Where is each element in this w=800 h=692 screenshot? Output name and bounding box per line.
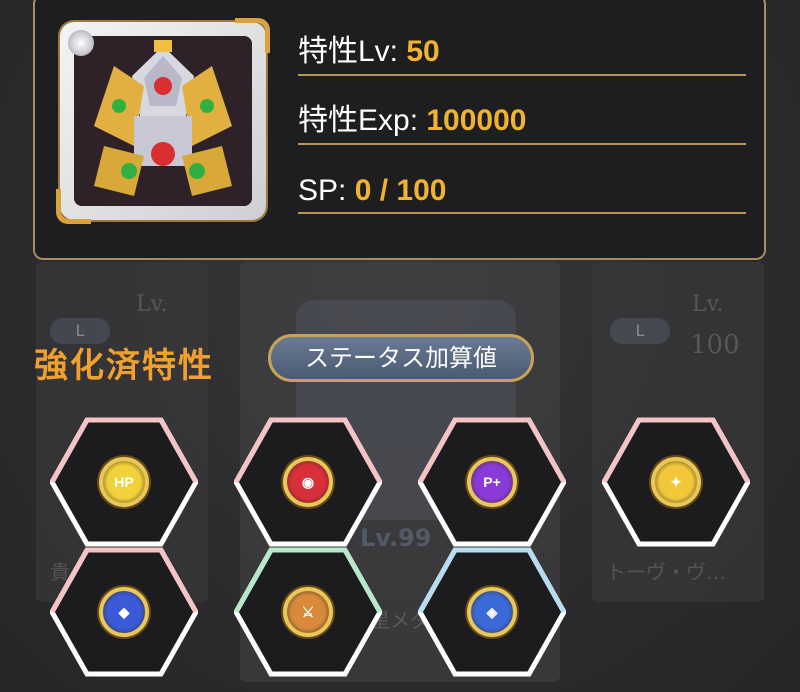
trait-exp-label: 特性Exp:: [298, 104, 427, 137]
trait-slot-6[interactable]: ⚔: [234, 546, 382, 678]
trait-symbol: ◈: [486, 603, 498, 620]
robot-character-icon: [74, 36, 252, 206]
trait-level-row: 特性Lv: 50: [298, 30, 746, 76]
sp-label: SP:: [298, 174, 355, 207]
background-level-number: 100: [690, 330, 740, 360]
trait-slot-1[interactable]: HP: [50, 416, 198, 548]
background-level-label-right: Lv.: [692, 292, 724, 317]
rank-gem-icon: [68, 30, 94, 56]
trait-slot-5[interactable]: ◆: [50, 546, 198, 678]
rarity-badge-right: L: [610, 318, 670, 344]
trait-level-value: 50: [406, 35, 440, 68]
trait-exp-value: 100000: [426, 104, 527, 137]
trait-exp-row: 特性Exp: 100000: [298, 99, 746, 145]
character-portrait[interactable]: [56, 18, 270, 224]
p-plus-icon: P+: [467, 457, 517, 507]
magic-shield-icon: ◈: [467, 587, 517, 637]
trait-symbol: ◉: [301, 473, 315, 490]
trait-symbol: ⚔: [301, 603, 315, 620]
water-shield-icon: ◆: [99, 587, 149, 637]
eye-icon: ◉: [283, 457, 333, 507]
frame-corner-bottom-left: [56, 189, 91, 224]
background-level-label: Lv.: [136, 292, 168, 317]
enhanced-traits-title: 強化済特性: [34, 346, 214, 386]
trait-slot-2[interactable]: ◉: [234, 416, 382, 548]
trait-level-label: 特性Lv:: [298, 35, 407, 68]
sp-row: SP: 0 / 100: [298, 168, 746, 214]
trait-slot-4[interactable]: ✦: [602, 416, 750, 548]
attack-icon: ✦: [651, 457, 701, 507]
trait-symbol: HP: [114, 474, 134, 490]
status-bonus-button[interactable]: ステータス加算値: [268, 334, 534, 382]
trait-slot-3[interactable]: P+: [418, 416, 566, 548]
frame-corner-top-right: [235, 18, 270, 53]
trait-symbol: ✦: [670, 473, 682, 490]
trait-symbol: P+: [483, 474, 501, 490]
trait-symbol: ◆: [118, 603, 130, 620]
sp-value: 0 / 100: [354, 174, 447, 207]
character-art: [74, 36, 252, 206]
trait-slot-7[interactable]: ◈: [418, 546, 566, 678]
sword-shield-icon: ⚔: [283, 587, 333, 637]
hp-icon: HP: [99, 457, 149, 507]
background-name-right: トーヴ・ヴ…: [606, 560, 726, 584]
